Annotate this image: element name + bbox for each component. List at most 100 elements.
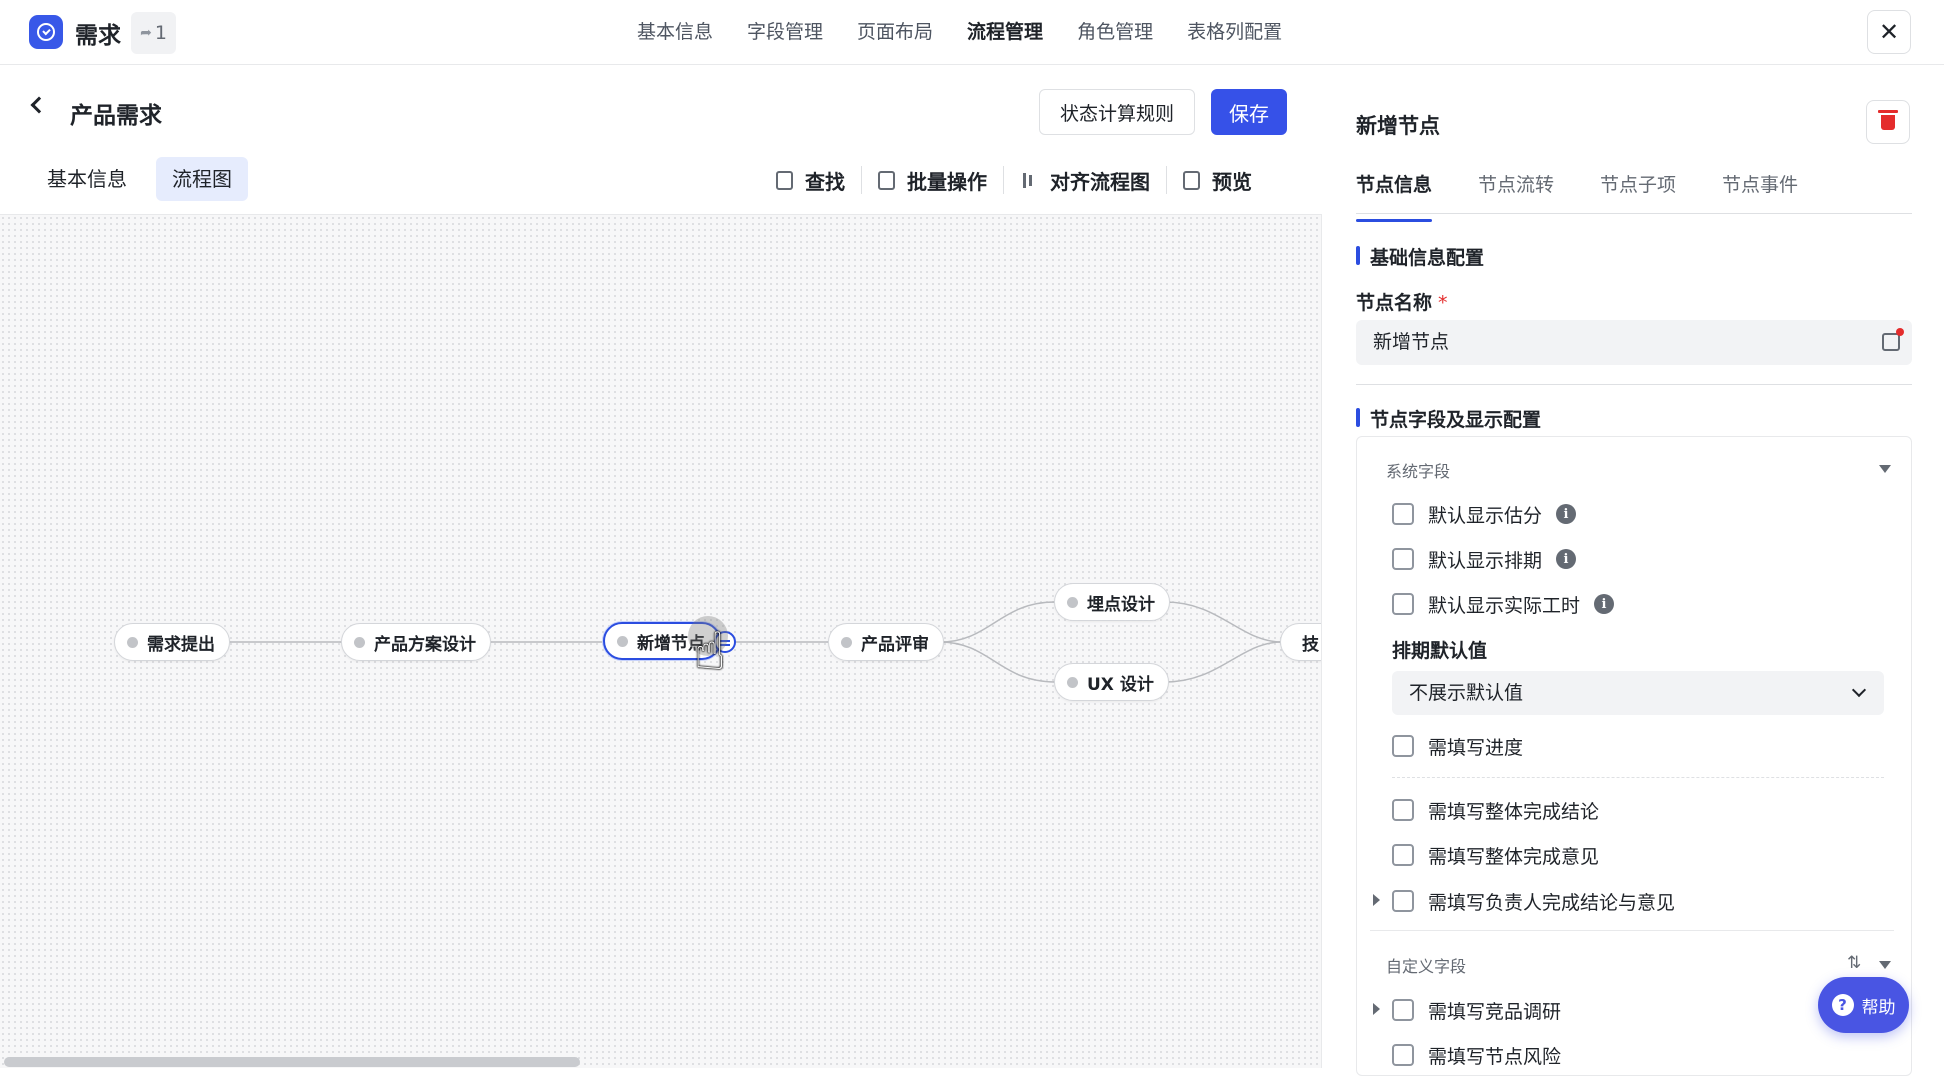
app-logo-icon <box>29 15 63 49</box>
node-status-dot <box>1067 596 1078 608</box>
flow-node[interactable]: 产品评审 <box>828 623 944 661</box>
checkbox-row[interactable]: 需填写节点风险 <box>1392 1042 1561 1068</box>
checkbox[interactable] <box>1392 890 1414 912</box>
flow-node[interactable]: 需求提出 <box>114 623 230 661</box>
trash-icon <box>1878 109 1898 130</box>
chevron-down-icon <box>1851 682 1867 698</box>
checkbox-row[interactable]: 需填写整体完成意见 <box>1392 842 1599 868</box>
info-icon[interactable]: i <box>1594 594 1615 614</box>
translate-icon[interactable] <box>1882 328 1904 351</box>
section-divider <box>1356 384 1912 385</box>
delete-node-button[interactable] <box>1866 100 1910 144</box>
collapse-caret-icon[interactable] <box>1879 961 1891 969</box>
checkbox[interactable] <box>1392 1044 1414 1066</box>
panel-tabs: 节点信息 节点流转 节点子项 节点事件 <box>1356 166 1912 222</box>
preview-icon <box>1183 170 1200 190</box>
checkbox-label: 默认显示排期 <box>1428 549 1543 572</box>
flow-canvas[interactable]: 需求提出 产品方案设计 新增节点 产品评审 埋点设计 UX 设计 技 <box>0 214 1322 1068</box>
find-tool[interactable]: 查找 <box>760 166 861 195</box>
node-name-input[interactable]: 新增节点 <box>1356 320 1912 365</box>
checkbox-label: 需填写整体完成结论 <box>1428 800 1600 823</box>
back-arrow-icon[interactable] <box>30 96 48 114</box>
preview-label: 预览 <box>1212 169 1252 194</box>
flow-node[interactable]: 产品方案设计 <box>341 623 491 661</box>
checkbox-row[interactable]: 需填写负责人完成结论与意见 <box>1392 888 1675 914</box>
tab-node-info[interactable]: 节点信息 <box>1356 166 1433 222</box>
custom-fields-group: 自定义字段 <box>1386 957 1467 976</box>
collapse-caret-icon[interactable] <box>1879 465 1891 473</box>
checkbox[interactable] <box>1392 844 1414 866</box>
node-label: 产品评审 <box>861 634 929 655</box>
checkbox[interactable] <box>1392 799 1414 821</box>
checkbox-row[interactable]: 默认显示排期 i <box>1392 546 1577 572</box>
align-icon <box>1020 171 1038 190</box>
nav-process-management[interactable]: 流程管理 <box>950 0 1060 64</box>
checkbox[interactable] <box>1392 548 1414 570</box>
node-status-dot <box>617 635 628 647</box>
flow-node[interactable]: 埋点设计 <box>1054 583 1170 621</box>
batch-label: 批量操作 <box>907 169 987 194</box>
tab-node-transition[interactable]: 节点流转 <box>1478 166 1554 213</box>
expand-caret-icon[interactable] <box>1373 1003 1380 1015</box>
batch-tool[interactable]: 批量操作 <box>862 166 1003 195</box>
checkbox-label: 默认显示估分 <box>1428 504 1543 527</box>
nav-basic-info[interactable]: 基本信息 <box>620 0 730 64</box>
checkbox[interactable] <box>1392 503 1414 525</box>
select-value: 不展示默认值 <box>1409 682 1524 704</box>
horizontal-scrollbar[interactable] <box>4 1057 580 1067</box>
node-name-label: 节点名称 * <box>1356 288 1448 315</box>
copy-icon <box>878 170 895 190</box>
tab-basic-info[interactable]: 基本信息 <box>31 157 143 201</box>
preview-tool[interactable]: 预览 <box>1167 166 1268 195</box>
sort-icon[interactable]: ⇅ <box>1847 953 1861 973</box>
panel-title: 新增节点 <box>1356 114 1440 138</box>
nav-field-management[interactable]: 字段管理 <box>730 0 840 64</box>
checkbox-row[interactable]: 默认显示估分 i <box>1392 501 1577 527</box>
align-label: 对齐流程图 <box>1050 169 1150 194</box>
nav-role-management[interactable]: 角色管理 <box>1060 0 1170 64</box>
search-doc-icon <box>776 170 793 190</box>
checkbox-label: 需填写节点风险 <box>1428 1045 1562 1068</box>
checkbox-row[interactable]: 需填写竞品调研 <box>1392 997 1561 1023</box>
help-button[interactable]: ? 帮助 <box>1818 977 1909 1033</box>
checkbox[interactable] <box>1392 735 1414 757</box>
checkbox-row[interactable]: 需填写整体完成结论 <box>1392 797 1599 823</box>
info-icon[interactable]: i <box>1556 504 1577 524</box>
checkbox-label: 需填写竞品调研 <box>1428 1000 1562 1023</box>
nav-page-layout[interactable]: 页面布局 <box>840 0 950 64</box>
checkbox[interactable] <box>1392 593 1414 615</box>
nav-table-column-config[interactable]: 表格列配置 <box>1170 0 1299 64</box>
checkbox[interactable] <box>1392 999 1414 1021</box>
flow-node[interactable]: 技 <box>1280 623 1321 661</box>
checkbox-label: 默认显示实际工时 <box>1428 594 1581 617</box>
flow-toolbar: 查找 批量操作 对齐流程图 预览 <box>760 160 1268 200</box>
node-label: UX 设计 <box>1087 674 1154 695</box>
dashed-divider <box>1392 777 1884 778</box>
help-label: 帮助 <box>1861 997 1896 1018</box>
info-icon[interactable]: i <box>1556 549 1577 569</box>
close-button[interactable]: ✕ <box>1867 10 1911 54</box>
node-name-label-text: 节点名称 <box>1356 292 1433 314</box>
share-badge[interactable]: ➦ 1 <box>131 12 176 54</box>
node-name-value: 新增节点 <box>1373 331 1450 353</box>
tab-flow-chart[interactable]: 流程图 <box>156 157 248 201</box>
save-button[interactable]: 保存 <box>1211 89 1287 135</box>
checkbox-row[interactable]: 需填写进度 <box>1392 733 1523 759</box>
checkbox-label: 需填写进度 <box>1428 736 1524 759</box>
align-tool[interactable]: 对齐流程图 <box>1004 166 1166 195</box>
node-status-dot <box>841 636 852 648</box>
tab-node-subitems[interactable]: 节点子项 <box>1600 166 1676 213</box>
checkbox-row[interactable]: 默认显示实际工时 i <box>1392 591 1615 617</box>
flow-node[interactable]: UX 设计 <box>1054 663 1169 701</box>
help-icon: ? <box>1831 994 1854 1016</box>
tab-node-events[interactable]: 节点事件 <box>1722 166 1798 213</box>
app-title: 需求 <box>75 23 121 49</box>
schedule-default-select[interactable]: 不展示默认值 <box>1392 671 1884 715</box>
group-divider <box>1370 930 1894 931</box>
flow-edge <box>1164 601 1283 643</box>
node-label: 需求提出 <box>147 634 215 655</box>
expand-caret-icon[interactable] <box>1373 894 1380 906</box>
node-status-dot <box>127 636 138 648</box>
status-rule-button[interactable]: 状态计算规则 <box>1039 89 1195 135</box>
node-label: 埋点设计 <box>1087 594 1155 615</box>
